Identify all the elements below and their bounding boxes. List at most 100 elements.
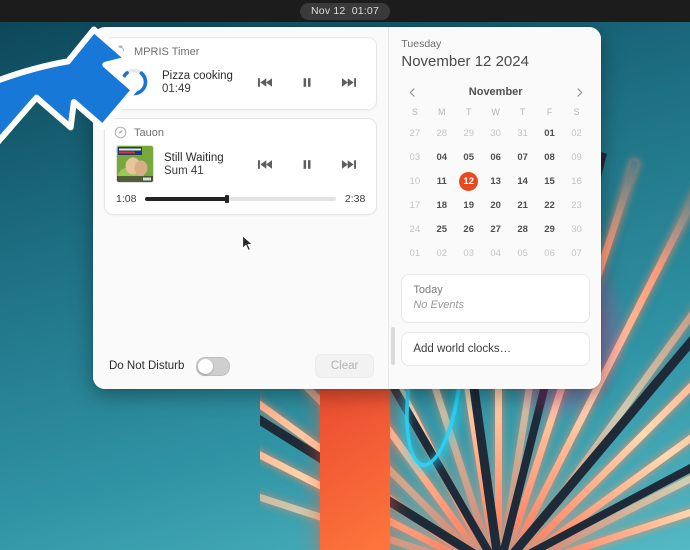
calendar-day[interactable]: 20 (486, 196, 505, 215)
calendar-day-cell[interactable]: 11 (428, 171, 455, 192)
previous-track-icon[interactable] (257, 158, 273, 171)
calendar-day-cell[interactable]: 03 (455, 243, 482, 264)
calendar-day[interactable]: 03 (459, 244, 478, 263)
chevron-left-icon[interactable] (404, 84, 420, 100)
calendar-day-cell[interactable]: 08 (536, 147, 563, 168)
calendar-day-cell[interactable]: 16 (563, 171, 590, 192)
calendar-day-cell[interactable]: 19 (455, 195, 482, 216)
do-not-disturb-row[interactable]: Do Not Disturb (109, 356, 231, 376)
calendar-day-today[interactable]: 12 (459, 172, 479, 191)
calendar-day-cell[interactable]: 29 (455, 123, 482, 144)
calendar-day[interactable]: 31 (513, 124, 532, 143)
calendar-day-cell[interactable]: 18 (428, 195, 455, 216)
calendar-day-cell[interactable]: 28 (509, 219, 536, 240)
calendar-day-cell[interactable]: 01 (401, 243, 428, 264)
calendar-day-cell[interactable]: 15 (536, 171, 563, 192)
calendar-day[interactable]: 29 (540, 220, 559, 239)
seek-handle[interactable] (225, 195, 230, 203)
calendar-day-cell[interactable]: 30 (563, 219, 590, 240)
next-track-icon[interactable] (341, 76, 357, 89)
calendar-day-cell[interactable]: 17 (401, 195, 428, 216)
calendar-day-cell[interactable]: 26 (455, 219, 482, 240)
calendar-day[interactable]: 23 (567, 196, 586, 215)
calendar-day[interactable]: 18 (432, 196, 451, 215)
calendar-day[interactable]: 28 (513, 220, 532, 239)
calendar-day-cell[interactable]: 31 (509, 123, 536, 144)
calendar-day[interactable]: 06 (540, 244, 559, 263)
calendar-day[interactable]: 26 (459, 220, 478, 239)
calendar-day[interactable]: 15 (540, 172, 559, 191)
calendar-day[interactable]: 14 (513, 172, 532, 191)
calendar-day-cell[interactable]: 04 (482, 243, 509, 264)
calendar-day-cell[interactable]: 14 (509, 171, 536, 192)
calendar-day[interactable]: 08 (540, 148, 559, 167)
calendar-day-cell[interactable]: 03 (401, 147, 428, 168)
world-clocks-panel[interactable]: Add world clocks… (401, 332, 590, 366)
calendar-day-cell[interactable]: 28 (428, 123, 455, 144)
calendar-day[interactable]: 17 (405, 196, 424, 215)
calendar-day[interactable]: 02 (567, 124, 586, 143)
calendar-day[interactable]: 28 (432, 124, 451, 143)
calendar-day-cell[interactable]: 13 (482, 171, 509, 192)
calendar-day-cell[interactable]: 02 (428, 243, 455, 264)
calendar-day[interactable]: 03 (405, 148, 424, 167)
seek-slider[interactable] (145, 195, 336, 203)
next-track-icon[interactable] (341, 158, 357, 171)
calendar-day-cell[interactable]: 25 (428, 219, 455, 240)
calendar-day[interactable]: 16 (567, 172, 586, 191)
calendar-day[interactable]: 27 (486, 220, 505, 239)
calendar-day-cell[interactable]: 20 (482, 195, 509, 216)
topbar-clock[interactable]: Nov 12 01:07 (300, 2, 390, 20)
calendar-day-cell[interactable]: 06 (482, 147, 509, 168)
calendar-day-cell[interactable]: 24 (401, 219, 428, 240)
calendar-day-cell[interactable]: 30 (482, 123, 509, 144)
calendar-day[interactable]: 05 (459, 148, 478, 167)
calendar-day[interactable]: 07 (567, 244, 586, 263)
do-not-disturb-toggle[interactable] (196, 356, 231, 376)
calendar-day[interactable]: 27 (405, 124, 424, 143)
calendar-day[interactable]: 21 (513, 196, 532, 215)
calendar-day[interactable]: 07 (513, 148, 532, 167)
calendar-scrollbar[interactable] (391, 327, 396, 365)
calendar-day-cell[interactable]: 04 (428, 147, 455, 168)
calendar-day[interactable]: 01 (405, 244, 424, 263)
pause-icon[interactable] (299, 76, 315, 89)
clear-button[interactable]: Clear (314, 354, 375, 378)
calendar-day[interactable]: 13 (486, 172, 505, 191)
calendar-day-cell[interactable]: 01 (536, 123, 563, 144)
calendar-day-cell[interactable]: 21 (509, 195, 536, 216)
calendar-day[interactable]: 09 (567, 148, 586, 167)
calendar-day-cell[interactable]: 22 (536, 195, 563, 216)
calendar-day[interactable]: 30 (486, 124, 505, 143)
calendar-day-cell[interactable]: 27 (401, 123, 428, 144)
pause-icon[interactable] (299, 158, 315, 171)
calendar-day-cell[interactable]: 07 (563, 243, 590, 264)
calendar-day-cell[interactable]: 02 (563, 123, 590, 144)
calendar-day-cell[interactable]: 23 (563, 195, 590, 216)
calendar-day[interactable]: 05 (513, 244, 532, 263)
calendar-day-cell[interactable]: 05 (509, 243, 536, 264)
calendar-day[interactable]: 30 (567, 220, 586, 239)
calendar-day[interactable]: 29 (459, 124, 478, 143)
calendar-day[interactable]: 25 (432, 220, 451, 239)
calendar-day[interactable]: 04 (432, 148, 451, 167)
calendar-day[interactable]: 06 (486, 148, 505, 167)
calendar-day-cell[interactable]: 05 (455, 147, 482, 168)
calendar-day[interactable]: 24 (405, 220, 424, 239)
events-panel[interactable]: Today No Events (401, 274, 590, 323)
calendar-day-cell[interactable]: 07 (509, 147, 536, 168)
calendar-day[interactable]: 22 (540, 196, 559, 215)
calendar-day[interactable]: 01 (540, 124, 559, 143)
calendar-day-cell[interactable]: 10 (401, 171, 428, 192)
calendar-day[interactable]: 10 (405, 172, 424, 191)
calendar-day[interactable]: 04 (486, 244, 505, 263)
chevron-right-icon[interactable] (571, 84, 587, 100)
calendar-day-cell[interactable]: 06 (536, 243, 563, 264)
calendar-day[interactable]: 19 (459, 196, 478, 215)
previous-track-icon[interactable] (257, 76, 273, 89)
calendar-day-cell[interactable]: 09 (563, 147, 590, 168)
calendar-day-cell[interactable]: 27 (482, 219, 509, 240)
calendar-day-cell[interactable]: 29 (536, 219, 563, 240)
calendar-day-cell[interactable]: 12 (455, 171, 482, 192)
calendar-day[interactable]: 11 (432, 172, 451, 191)
